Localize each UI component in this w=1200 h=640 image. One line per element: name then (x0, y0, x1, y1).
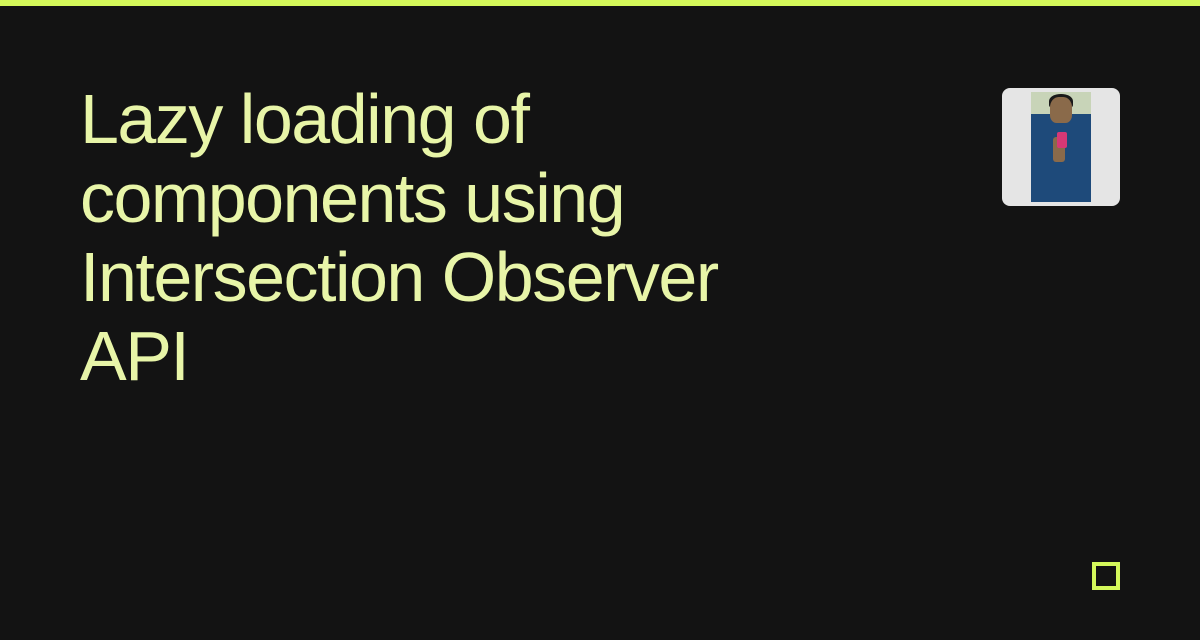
content-area: Lazy loading of components using Interse… (80, 80, 1120, 396)
author-avatar (1002, 88, 1120, 206)
page-title: Lazy loading of components using Interse… (80, 80, 800, 396)
top-accent-bar (0, 0, 1200, 6)
avatar-image (1031, 92, 1091, 202)
square-icon (1092, 562, 1120, 590)
